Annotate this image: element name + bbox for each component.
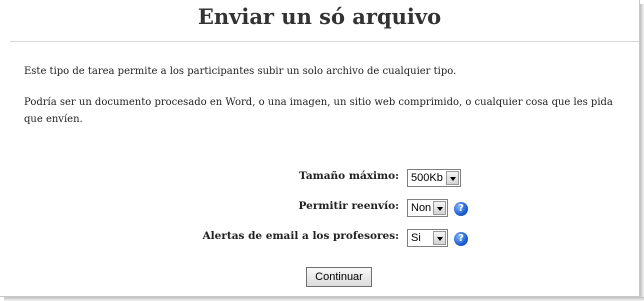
max-size-label: Tamaño máximo: <box>299 170 399 182</box>
email-alerts-select[interactable]: Si <box>407 229 448 247</box>
continue-button[interactable]: Continuar <box>306 267 372 287</box>
window-shadow-right <box>640 4 644 301</box>
chevron-down-icon[interactable] <box>446 171 459 185</box>
help-icon[interactable]: ? <box>454 202 468 216</box>
max-size-select[interactable]: 500Kb <box>407 169 461 187</box>
max-size-value: 500Kb <box>411 172 443 184</box>
page-frame: Enviar un só arquivo Este tipo de tarea … <box>0 0 640 297</box>
email-alerts-label: Alertas de email a los profesores: <box>202 230 399 242</box>
email-alerts-value: Si <box>411 232 421 244</box>
allow-resubmit-value: Non <box>411 202 432 214</box>
title-divider <box>10 41 639 42</box>
allow-resubmit-label: Permitir reenvío: <box>298 200 399 212</box>
description-paragraph-1: Este tipo de tarea permite a los partici… <box>24 66 457 77</box>
description-paragraph-2: Podría ser un documento procesado en Wor… <box>24 97 613 125</box>
window-shadow-bottom <box>4 297 644 301</box>
chevron-down-icon[interactable] <box>433 201 446 215</box>
allow-resubmit-select[interactable]: Non <box>407 199 448 217</box>
help-icon[interactable]: ? <box>454 232 468 246</box>
chevron-down-icon[interactable] <box>433 231 446 245</box>
page-title: Enviar un só arquivo <box>197 4 442 29</box>
